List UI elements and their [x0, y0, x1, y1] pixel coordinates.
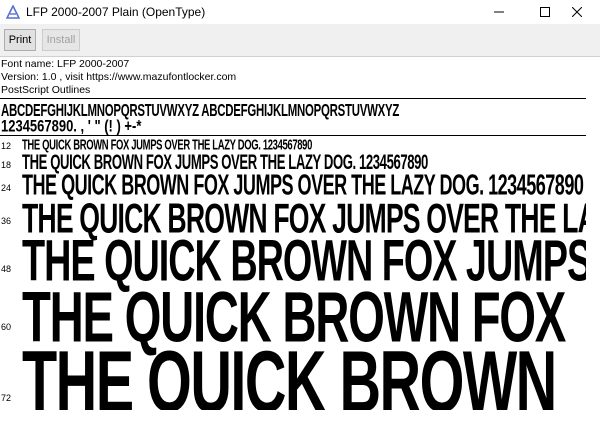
print-button[interactable]: Print [4, 29, 36, 51]
size-label: 48 [1, 264, 12, 274]
title-bar: LFP 2000-2007 Plain (OpenType) [0, 0, 600, 24]
sample-72: THE QUICK BROWN [22, 333, 557, 422]
close-icon [572, 7, 582, 17]
maximize-icon [540, 7, 550, 17]
install-button[interactable]: Install [42, 29, 80, 51]
horizontal-scrollbar[interactable] [0, 410, 586, 422]
vertical-scrollbar[interactable] [586, 57, 600, 422]
minimize-icon [494, 11, 504, 13]
divider [0, 135, 586, 136]
font-name: Font name: LFP 2000-2007 [1, 58, 130, 70]
size-label: 60 [1, 322, 12, 332]
font-version: Version: 1.0 , visit https://www.mazufon… [1, 71, 237, 83]
size-label: 72 [1, 393, 12, 403]
font-preview-area: Font name: LFP 2000-2007 Version: 1.0 , … [0, 57, 586, 422]
toolbar: Print Install [0, 24, 600, 57]
divider [0, 98, 586, 99]
minimize-button[interactable] [476, 0, 522, 24]
size-label: 24 [1, 183, 12, 193]
charset-line-2: 1234567890. , ' " (! ) +-* [1, 116, 142, 136]
size-label: 18 [1, 160, 12, 170]
close-button[interactable] [554, 0, 600, 24]
size-label: 12 [1, 141, 12, 151]
font-viewer-icon [6, 5, 20, 19]
size-label: 36 [1, 216, 12, 226]
font-outlines: PostScript Outlines [1, 84, 91, 96]
window-title: LFP 2000-2007 Plain (OpenType) [26, 5, 206, 19]
